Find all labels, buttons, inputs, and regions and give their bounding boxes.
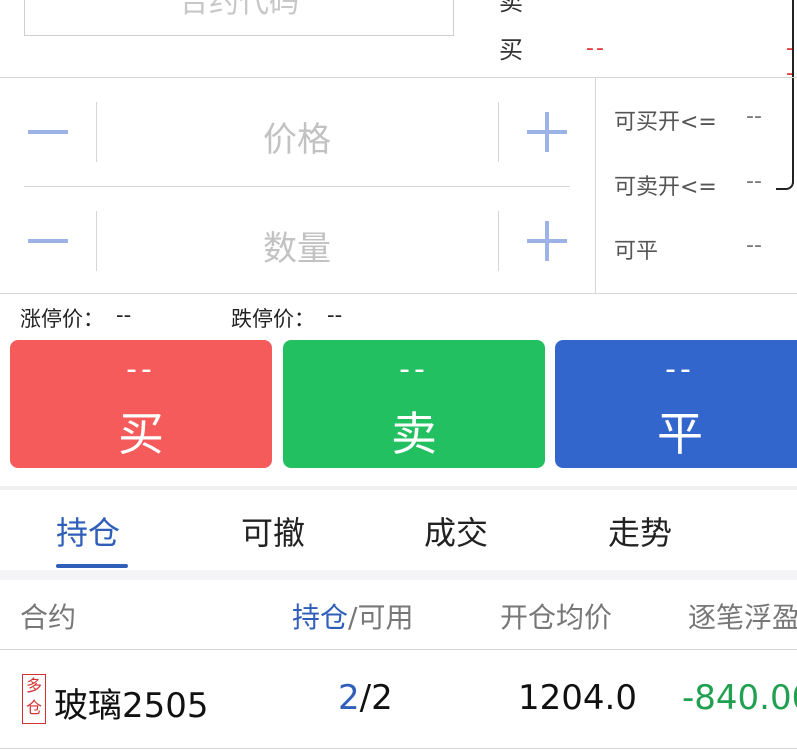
can-sell-open-label: 可卖开<= bbox=[614, 175, 717, 200]
close-price: -- bbox=[665, 352, 695, 387]
limit-down-label: 跌停价： bbox=[231, 307, 315, 331]
can-buy-open-value: -- bbox=[746, 104, 762, 129]
divider bbox=[0, 748, 797, 749]
tab-trend[interactable]: 走势 bbox=[608, 508, 672, 554]
buy-price: -- bbox=[126, 352, 156, 387]
can-sell-open-value: -- bbox=[746, 169, 762, 194]
buy-label: 买 bbox=[118, 407, 164, 461]
active-tab-indicator bbox=[56, 564, 128, 568]
divider bbox=[595, 78, 596, 293]
can-close-value: -- bbox=[746, 233, 762, 258]
header-contract: 合约 bbox=[20, 601, 77, 634]
header-available: 可用 bbox=[357, 601, 414, 634]
divider bbox=[0, 649, 797, 650]
price-minus-button[interactable] bbox=[28, 130, 68, 134]
divider bbox=[498, 102, 499, 162]
qty-minus-button[interactable] bbox=[28, 239, 68, 243]
can-close-label: 可平 bbox=[614, 239, 659, 264]
sell-label: 卖 bbox=[391, 407, 437, 461]
limit-up-value: -- bbox=[116, 303, 132, 327]
sell-price: -- bbox=[399, 352, 429, 387]
position-avg-price: 1204.0 bbox=[518, 678, 637, 718]
divider bbox=[0, 77, 797, 78]
quantity-input[interactable]: 数量 bbox=[97, 221, 497, 270]
position-contract-name: 玻璃2505 bbox=[54, 686, 209, 726]
divider bbox=[24, 186, 570, 187]
tab-positions[interactable]: 持仓 bbox=[56, 508, 120, 554]
header-hold-available: 持仓/可用 bbox=[292, 596, 413, 636]
limit-up-label: 涨停价： bbox=[20, 307, 104, 331]
section-separator bbox=[0, 570, 797, 580]
position-hold: 2 bbox=[338, 678, 360, 718]
divider bbox=[498, 211, 499, 271]
buy-price-value: -- bbox=[586, 36, 606, 61]
close-label: 平 bbox=[657, 407, 703, 461]
position-hold-available: 2/2 bbox=[338, 678, 393, 718]
buy-button[interactable]: -- 买 bbox=[10, 340, 272, 468]
header-float-pl: 逐笔浮盈 bbox=[688, 601, 797, 634]
contract-code-input[interactable]: 合约代码 bbox=[24, 0, 454, 36]
contract-code-placeholder: 合约代码 bbox=[179, 0, 299, 20]
buy-side-label: 买 bbox=[499, 36, 523, 64]
badge-line-1: 多 bbox=[25, 676, 42, 695]
quote-bracket bbox=[776, 0, 794, 190]
badge-line-2: 仓 bbox=[25, 698, 42, 717]
can-buy-open-label: 可买开<= bbox=[614, 110, 717, 135]
tab-trades[interactable]: 成交 bbox=[424, 508, 488, 554]
sell-side-label: 卖 bbox=[499, 0, 523, 16]
position-float-pl: -840.00 bbox=[682, 678, 797, 718]
limit-down-value: -- bbox=[327, 303, 343, 327]
position-available: 2 bbox=[371, 678, 393, 718]
header-hold: 持仓 bbox=[292, 601, 349, 634]
close-button[interactable]: -- 平 bbox=[555, 340, 797, 468]
header-avg-price: 开仓均价 bbox=[500, 601, 613, 634]
tab-cancelable[interactable]: 可撤 bbox=[241, 508, 305, 554]
section-separator bbox=[0, 486, 797, 490]
divider bbox=[0, 293, 797, 294]
price-input[interactable]: 价格 bbox=[97, 112, 497, 161]
position-direction-badge: 多 仓 bbox=[22, 674, 46, 724]
sell-button[interactable]: -- 卖 bbox=[283, 340, 545, 468]
position-sep: / bbox=[359, 678, 372, 718]
